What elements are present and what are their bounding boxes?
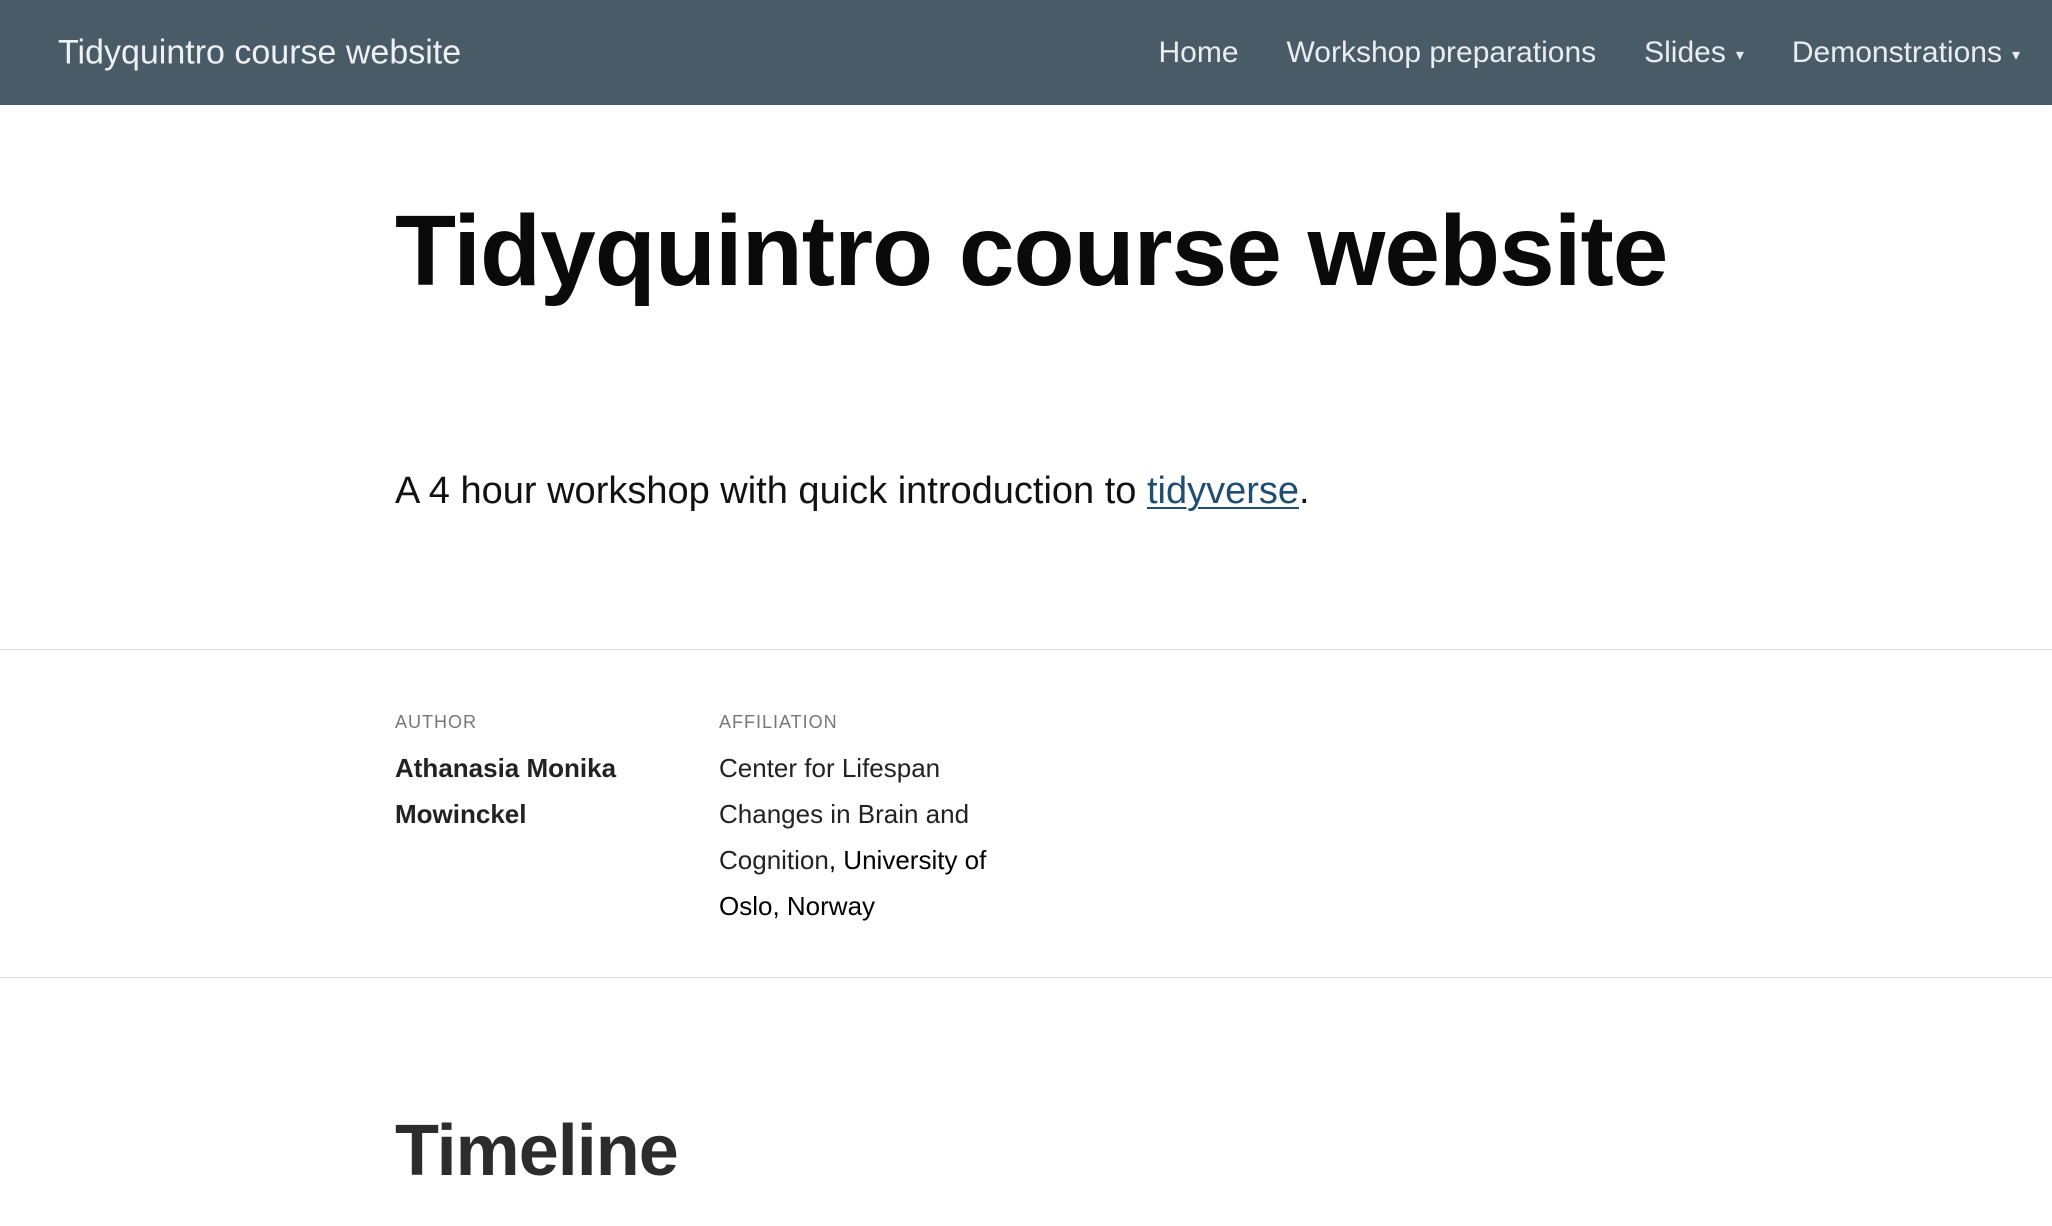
nav-menu: Home Workshop preparations Slides ▾ Demo… — [1110, 0, 2020, 105]
hero: Tidyquintro course website — [395, 195, 1695, 307]
author-name: Athanasia Monika Mowinckel — [395, 753, 617, 829]
nav-item-label: Demonstrations — [1791, 35, 2002, 69]
nav-item-label: Home — [1158, 35, 1239, 69]
subtitle-text: A 4 hour workshop with quick introductio… — [395, 470, 1147, 512]
page-subtitle: A 4 hour workshop with quick introductio… — [395, 470, 1310, 513]
nav-item-demonstrations[interactable]: Demonstrations ▾ — [1792, 36, 2020, 70]
author-block: Author Athanasia Monika Mowinckel — [395, 712, 655, 837]
subtitle-suffix: . — [1299, 470, 1310, 512]
nav-item-slides[interactable]: Slides ▾ — [1644, 36, 1744, 70]
divider-top — [0, 649, 2052, 650]
nav-item-label: Slides — [1644, 35, 1726, 69]
divider-bottom — [0, 977, 2052, 978]
caret-down-icon: ▾ — [2011, 46, 2020, 64]
section-title-timeline: Timeline — [395, 1111, 679, 1191]
affiliation-label: Affiliation — [719, 712, 838, 732]
navbar: Tidyquintro course website Home Workshop… — [0, 0, 2052, 105]
nav-item-workshop-preparations[interactable]: Workshop preparations — [1287, 36, 1597, 70]
affiliation-text: Center for Lifespan Changes in Brain and… — [719, 745, 1039, 929]
affiliation-block: Affiliation Center for Lifespan Changes … — [719, 712, 1039, 929]
nav-item-label: Workshop preparations — [1286, 35, 1597, 69]
page-title: Tidyquintro course website — [395, 195, 1668, 307]
caret-down-icon: ▾ — [1735, 46, 1744, 64]
site-brand-link[interactable]: Tidyquintro course website — [58, 33, 461, 72]
tidyverse-link[interactable]: tidyverse — [1147, 470, 1299, 512]
author-label: Author — [395, 712, 477, 732]
nav-item-home[interactable]: Home — [1158, 36, 1238, 70]
